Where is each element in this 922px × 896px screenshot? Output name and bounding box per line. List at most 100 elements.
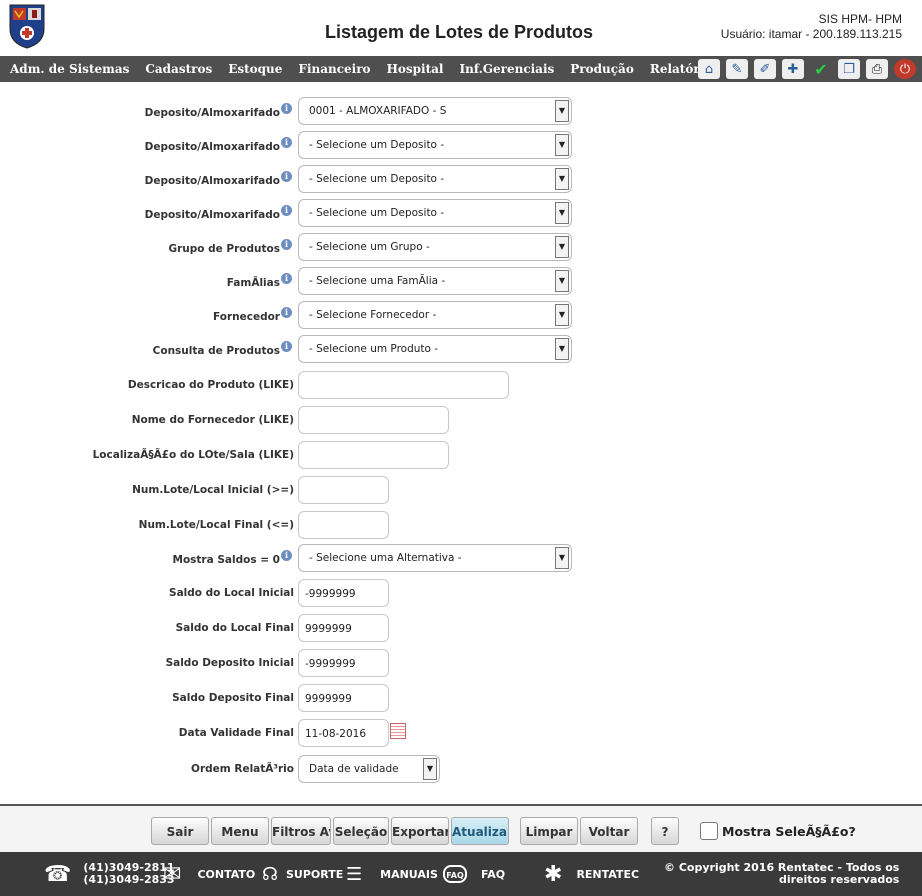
menu-inf-gerenciais[interactable]: Inf.Gerenciais	[460, 62, 555, 76]
menu-hospital[interactable]: Hospital	[387, 62, 444, 76]
localizacao-input[interactable]	[298, 441, 449, 469]
ordem-select[interactable]: Data de validade ▼	[298, 755, 440, 783]
suporte-link[interactable]: ☊ SUPORTE	[262, 852, 343, 896]
saldo-local-final-input[interactable]: 9999999	[298, 614, 389, 642]
chevron-down-icon[interactable]: ▼	[555, 100, 569, 122]
atualizar-button[interactable]: Atualizar	[451, 817, 509, 845]
deposito2-label: Deposito/Almoxarifado	[144, 141, 280, 153]
copy-icon[interactable]: ❐	[838, 59, 860, 79]
chevron-down-icon[interactable]: ▼	[555, 168, 569, 190]
contato-link[interactable]: ✉ CONTATO	[163, 852, 255, 896]
deposito3-select[interactable]: - Selecione um Deposito - ▼	[298, 165, 572, 193]
new-document-icon[interactable]: ✚	[782, 59, 804, 79]
phone-icon: ☎	[44, 861, 72, 887]
chevron-down-icon[interactable]: ▼	[423, 758, 437, 780]
contato-label: CONTATO	[197, 867, 256, 881]
menu-producao[interactable]: Produção	[570, 62, 634, 76]
chevron-down-icon[interactable]: ▼	[555, 236, 569, 258]
main-menu-bar: Adm. de Sistemas Cadastros Estoque Finan…	[0, 56, 922, 82]
fornecedor-select[interactable]: - Selecione Fornecedor - ▼	[298, 301, 572, 329]
chevron-down-icon[interactable]: ▼	[555, 304, 569, 326]
familias-value: - Selecione uma FamÃlia -	[309, 275, 446, 287]
saldo-deposito-inicial-input[interactable]: -9999999	[298, 649, 389, 677]
mostra-saldos-select[interactable]: - Selecione uma Alternativa - ▼	[298, 544, 572, 572]
rentatec-link[interactable]: ✱ RENTATEC	[544, 852, 639, 896]
menu-cadastros[interactable]: Cadastros	[145, 62, 212, 76]
exportar-button[interactable]: Exportar	[391, 817, 449, 845]
filtros-av-button[interactable]: Filtros Av	[271, 817, 331, 845]
saldo-local-inicial-input[interactable]: -9999999	[298, 579, 389, 607]
saldo-deposito-final-value: 9999999	[305, 693, 352, 705]
faq-label: FAQ	[481, 867, 506, 881]
deposito3-label: Deposito/Almoxarifado	[144, 175, 280, 187]
deposito4-label: Deposito/Almoxarifado	[144, 209, 280, 221]
info-icon[interactable]: i	[281, 341, 292, 352]
sair-button[interactable]: Sair	[151, 817, 209, 845]
logout-icon[interactable]: ⏻	[894, 59, 916, 79]
suporte-label: SUPORTE	[286, 867, 344, 881]
localizacao-label: LocalizaÃ§Ã£o do LOte/Sala (LIKE)	[92, 449, 294, 461]
system-name: SIS HPM- HPM	[818, 12, 902, 26]
edit-icon[interactable]: ✎	[726, 59, 748, 79]
descricao-input[interactable]	[298, 371, 509, 399]
filter-form: Deposito/Almoxarifado i 0001 - ALMOXARIF…	[0, 82, 922, 804]
saldo-local-final-label: Saldo do Local Final	[175, 622, 294, 634]
menu-adm-sistemas[interactable]: Adm. de Sistemas	[10, 62, 129, 76]
rentatec-label: RENTATEC	[576, 867, 640, 881]
info-icon[interactable]: i	[281, 137, 292, 148]
lote-inicial-input[interactable]	[298, 476, 389, 504]
saldo-deposito-final-label: Saldo Deposito Final	[172, 692, 294, 704]
copyright: © Copyright 2016 Rentatec - Todos os dir…	[664, 852, 899, 896]
faq-link[interactable]: FAQ FAQ	[443, 852, 505, 896]
deposito4-select[interactable]: - Selecione um Deposito - ▼	[298, 199, 572, 227]
info-icon[interactable]: i	[281, 171, 292, 182]
consulta-label: Consulta de Produtos	[152, 345, 280, 357]
calendar-icon[interactable]	[390, 723, 406, 739]
chevron-down-icon[interactable]: ▼	[555, 202, 569, 224]
deposito1-label: Deposito/Almoxarifado	[144, 107, 280, 119]
help-button[interactable]: ?	[651, 817, 679, 845]
chevron-down-icon[interactable]: ▼	[555, 547, 569, 569]
data-validade-input[interactable]: 11-08-2016	[298, 719, 389, 747]
info-icon[interactable]: i	[281, 239, 292, 250]
info-icon[interactable]: i	[281, 550, 292, 561]
chevron-down-icon[interactable]: ▼	[555, 338, 569, 360]
menu-button[interactable]: Menu	[211, 817, 269, 845]
voltar-button[interactable]: Voltar	[580, 817, 638, 845]
saldo-local-final-value: 9999999	[305, 623, 352, 635]
menu-financeiro[interactable]: Financeiro	[298, 62, 370, 76]
deposito1-select[interactable]: 0001 - ALMOXARIFADO - S ▼	[298, 97, 572, 125]
familias-select[interactable]: - Selecione uma FamÃlia - ▼	[298, 267, 572, 295]
copyright-line2: direitos reservados	[778, 873, 900, 886]
familias-label: FamÃlias	[226, 277, 280, 289]
check-icon[interactable]: ✔	[810, 59, 832, 79]
chevron-down-icon[interactable]: ▼	[555, 270, 569, 292]
selecao-button[interactable]: Seleção	[333, 817, 389, 845]
info-icon[interactable]: i	[281, 103, 292, 114]
home-icon[interactable]: ⌂	[698, 59, 720, 79]
deposito3-value: - Selecione um Deposito -	[309, 173, 445, 185]
menu-estoque[interactable]: Estoque	[228, 62, 282, 76]
document-edit-icon[interactable]: ✐	[754, 59, 776, 79]
info-icon[interactable]: i	[281, 205, 292, 216]
lote-final-input[interactable]	[298, 511, 389, 539]
saldo-local-inicial-label: Saldo do Local Inicial	[169, 587, 294, 599]
site-footer: ☎ (41)3049-2811 (41)3049-2833 ✉ CONTATO …	[0, 852, 922, 896]
deposito2-select[interactable]: - Selecione um Deposito - ▼	[298, 131, 572, 159]
mostra-selecao-checkbox[interactable]	[700, 822, 718, 840]
coat-of-arms-logo	[9, 4, 45, 49]
saldo-deposito-final-input[interactable]: 9999999	[298, 684, 389, 712]
grupo-select[interactable]: - Selecione um Grupo - ▼	[298, 233, 572, 261]
consulta-select[interactable]: - Selecione um Produto - ▼	[298, 335, 572, 363]
chevron-down-icon[interactable]: ▼	[555, 134, 569, 156]
fornecedor-value: - Selecione Fornecedor -	[309, 309, 437, 321]
system-info: SIS HPM- HPM Usuário: itamar - 200.189.1…	[721, 12, 902, 42]
info-icon[interactable]: i	[281, 307, 292, 318]
nome-fornecedor-input[interactable]	[298, 406, 449, 434]
info-icon[interactable]: i	[281, 273, 292, 284]
limpar-button[interactable]: Limpar	[520, 817, 578, 845]
consulta-value: - Selecione um Produto -	[309, 343, 439, 355]
phone-block: ☎ (41)3049-2811 (41)3049-2833	[44, 852, 175, 896]
manuais-link[interactable]: ☰ MANUAIS	[346, 852, 438, 896]
print-icon[interactable]: ⎙	[866, 59, 888, 79]
